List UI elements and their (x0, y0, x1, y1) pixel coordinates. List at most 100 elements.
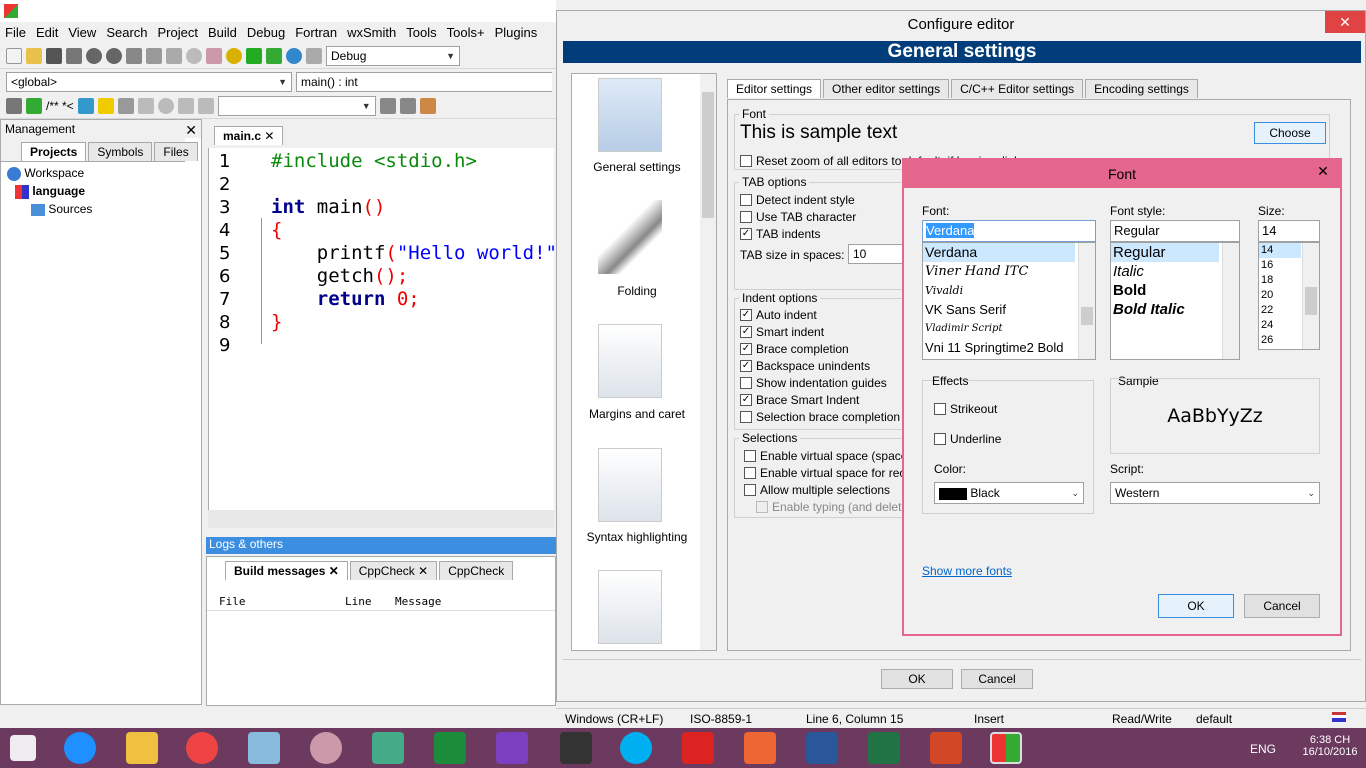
clear-icon[interactable] (197, 97, 214, 114)
new-file-icon[interactable] (6, 47, 22, 64)
powerpoint-icon[interactable] (930, 732, 962, 764)
code-editor[interactable]: 123456789 #include <stdio.h> int main(){… (208, 148, 554, 528)
build-gear-icon[interactable] (226, 47, 242, 64)
highlight-icon[interactable] (419, 97, 436, 114)
tab-other-editor-settings[interactable]: Other editor settings (823, 79, 950, 98)
sidebar-general-settings[interactable]: General settings (572, 160, 702, 174)
use-tab-checkbox[interactable]: Use TAB character (740, 210, 856, 224)
paint-icon[interactable] (310, 732, 342, 764)
size-list[interactable]: 14 16 18 20 22 24 26 (1258, 242, 1320, 350)
start-icon[interactable] (10, 735, 36, 761)
rebuild-icon[interactable] (286, 47, 302, 64)
menu-fortran[interactable]: Fortran (290, 25, 342, 40)
folding-icon[interactable] (598, 200, 662, 274)
help-icon[interactable] (97, 97, 114, 114)
sidebar-margins[interactable]: Margins and caret (572, 407, 702, 421)
style-list-scrollbar[interactable] (1222, 243, 1239, 359)
toggle-bookmark-icon[interactable] (157, 97, 174, 114)
script-select[interactable]: Western ⌄ (1110, 482, 1320, 504)
menu-debug[interactable]: Debug (242, 25, 290, 40)
replace-icon[interactable] (206, 47, 222, 64)
size-list-scrollbar[interactable] (1302, 243, 1319, 349)
calculator-icon[interactable] (434, 732, 466, 764)
paste-icon[interactable] (166, 47, 182, 64)
wrench-icon[interactable] (117, 97, 134, 114)
open-icon[interactable] (26, 47, 42, 64)
copy-icon[interactable] (146, 47, 162, 64)
search-combo[interactable]: ▼ (217, 95, 376, 116)
prev-bookmark-icon[interactable] (137, 97, 154, 114)
find-icon[interactable] (186, 47, 202, 64)
indentation-guides-checkbox[interactable]: Show indentation guides (740, 376, 887, 390)
auto-indent-checkbox[interactable]: ✓ Auto indent (740, 308, 817, 322)
style-item[interactable]: Italic (1111, 262, 1239, 281)
menu-project[interactable]: Project (153, 25, 203, 40)
general-settings-icon[interactable] (598, 78, 662, 152)
backspace-unindents-checkbox[interactable]: ✓ Backspace unindents (740, 359, 870, 373)
abort-icon[interactable] (306, 47, 322, 64)
col-file[interactable]: File (219, 595, 246, 608)
stamp-icon[interactable] (598, 570, 662, 644)
tab-editor-settings[interactable]: Editor settings (727, 79, 822, 98)
font-ok-button[interactable]: OK (1158, 594, 1234, 618)
font-list-scrollbar[interactable] (1078, 243, 1095, 359)
font-input[interactable]: Verdana (922, 220, 1096, 242)
close-icon[interactable]: ✕ (1325, 11, 1365, 33)
visual-studio-icon[interactable] (496, 732, 528, 764)
control-panel-icon[interactable] (372, 732, 404, 764)
virtual-space-rect-checkbox[interactable]: Enable virtual space for rectar (744, 466, 919, 480)
style-item[interactable]: Bold (1111, 281, 1239, 300)
brace-completion-checkbox[interactable]: ✓ Brace completion (740, 342, 849, 356)
tree-item-workspace[interactable]: Workspace (7, 166, 84, 181)
font-item[interactable]: Viner Hand ITC (923, 262, 1095, 281)
menu-plugins[interactable]: Plugins (490, 25, 543, 40)
margins-icon[interactable] (598, 324, 662, 398)
smart-indent-checkbox[interactable]: ✓ Smart indent (740, 325, 824, 339)
debug-icon[interactable] (6, 97, 22, 114)
underline-checkbox[interactable]: Underline (934, 432, 1001, 446)
font-item[interactable]: Vivaldi (923, 281, 1095, 300)
excel-icon[interactable] (868, 732, 900, 764)
sidebar-folding[interactable]: Folding (572, 284, 702, 298)
tab-indents-checkbox[interactable]: ✓ TAB indents (740, 227, 820, 241)
tab-encoding-settings[interactable]: Encoding settings (1085, 79, 1198, 98)
menu-tools-plus[interactable]: Tools+ (442, 25, 490, 40)
terminal-icon[interactable] (560, 732, 592, 764)
arrow-left-icon[interactable] (379, 97, 396, 114)
ok-button[interactable]: OK (881, 669, 953, 689)
tab-files[interactable]: Files (154, 142, 198, 161)
font-item[interactable]: Vladimir Script (923, 319, 1095, 338)
show-more-fonts-link[interactable]: Show more fonts (922, 564, 1012, 578)
syntax-icon[interactable] (598, 448, 662, 522)
tab-symbols[interactable]: Symbols (88, 142, 153, 161)
doxywizard-icon[interactable] (77, 97, 94, 114)
close-icon[interactable]: ✕ (264, 129, 274, 143)
tab-cpp-editor-settings[interactable]: C/C++ Editor settings (951, 79, 1084, 98)
sidebar-syntax[interactable]: Syntax highlighting (572, 530, 702, 544)
menu-edit[interactable]: Edit (31, 25, 63, 40)
color-select[interactable]: Black ⌄ (934, 482, 1084, 504)
editor-hscroll[interactable] (208, 510, 554, 528)
kaspersky-icon[interactable] (682, 732, 714, 764)
ie-icon[interactable] (64, 732, 96, 764)
brace-smart-indent-checkbox[interactable]: ✓ Brace Smart Indent (740, 393, 859, 407)
redo-icon[interactable] (106, 47, 122, 64)
style-input[interactable]: Regular (1110, 220, 1240, 242)
style-item[interactable]: Bold Italic (1111, 300, 1239, 319)
language-indicator[interactable]: ENG (1250, 742, 1276, 756)
selection-brace-checkbox[interactable]: Selection brace completion (740, 410, 900, 424)
cut-icon[interactable] (126, 47, 142, 64)
symbol-select[interactable]: main() : int (296, 71, 552, 92)
font-item[interactable]: VK Sans Serif (923, 300, 1095, 319)
menu-view[interactable]: View (63, 25, 101, 40)
app-icon[interactable] (248, 732, 280, 764)
clock[interactable]: 6:38 CH 16/10/2016 (1298, 734, 1362, 758)
col-message[interactable]: Message (395, 595, 441, 608)
next-bookmark-icon[interactable] (177, 97, 194, 114)
debug-continue-icon[interactable] (26, 97, 42, 114)
comment-icon[interactable]: /** *< (46, 99, 74, 113)
virtual-space-checkbox[interactable]: Enable virtual space (space be (744, 449, 924, 463)
tab-size-input[interactable]: 10 (848, 244, 908, 264)
scope-select[interactable]: <global> ▼ (6, 71, 292, 92)
tree-item-sources[interactable]: Sources (31, 202, 92, 216)
